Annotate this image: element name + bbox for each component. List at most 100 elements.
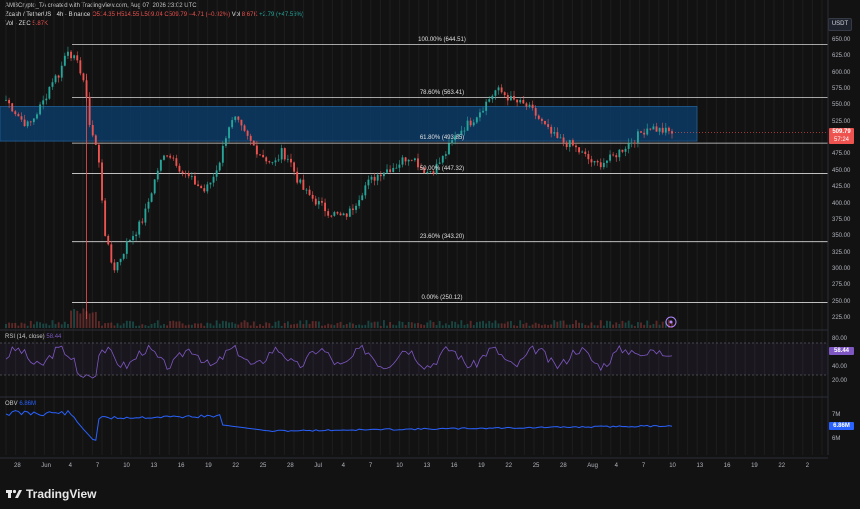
time-axis-label: 7 <box>641 463 646 469</box>
volume-bar <box>624 322 627 328</box>
fib-label: 23.60% (343.20) <box>419 233 465 240</box>
candle-body <box>482 110 484 113</box>
candle-body <box>643 132 646 135</box>
candle-body <box>197 184 199 187</box>
volume-bar <box>283 322 286 328</box>
candle-body <box>640 131 642 133</box>
volume-bar <box>116 323 119 328</box>
volume-bar <box>98 321 100 328</box>
volume-bar <box>364 324 367 328</box>
volume-bar <box>342 325 345 328</box>
candle-body <box>39 104 42 115</box>
volume-bar <box>314 321 317 328</box>
volume-bar <box>57 322 60 328</box>
time-axis-label: 19 <box>478 463 485 469</box>
candle-body <box>568 140 571 148</box>
volume-bar <box>234 323 237 328</box>
time-axis-label: 4 <box>68 463 72 469</box>
volume-bar <box>70 310 72 328</box>
candle-body <box>584 151 587 154</box>
candle-body <box>218 162 221 171</box>
candle-body <box>575 145 577 148</box>
volume-bar <box>494 320 497 328</box>
volume-bar <box>128 320 131 328</box>
candle-body <box>166 155 169 157</box>
candle-body <box>342 213 345 216</box>
supply-zone[interactable] <box>0 106 698 142</box>
volume-bar <box>382 320 385 328</box>
candle-body <box>547 124 550 127</box>
candle-body <box>494 90 497 96</box>
candle-body <box>259 154 261 156</box>
candle-body <box>466 120 469 131</box>
rsi-value-tag: 58.44 <box>829 347 854 355</box>
volume-bar <box>618 323 621 328</box>
volume-bar <box>584 324 587 328</box>
volume-bar <box>249 325 252 328</box>
candle-body <box>305 189 308 191</box>
volume-bar <box>107 322 110 328</box>
time-axis-label: 7 <box>368 463 373 469</box>
volume-bar <box>466 323 469 328</box>
volume-bar <box>475 322 478 328</box>
candle-body <box>14 111 17 115</box>
volume-bar <box>150 324 153 328</box>
candle-body <box>463 130 466 132</box>
volume-bar <box>240 322 243 328</box>
candle-body <box>485 101 488 111</box>
volume-bar <box>649 325 652 328</box>
candle-body <box>327 211 330 216</box>
volume-bar <box>444 323 447 328</box>
time-axis-label: 28 <box>14 463 21 469</box>
volume-bar <box>262 325 265 328</box>
volume-bar <box>615 322 618 328</box>
candle-body <box>203 188 206 192</box>
time-axis-label: 13 <box>150 463 158 469</box>
volume-bar <box>11 323 14 328</box>
candle-body <box>156 170 159 180</box>
volume-bar <box>101 325 103 328</box>
volume-bar <box>540 325 543 328</box>
price-axis-label: 400.00 <box>832 200 851 207</box>
candle-body <box>398 164 401 168</box>
volume-bar <box>457 324 460 328</box>
volume-bar <box>429 320 432 328</box>
candle-body <box>664 127 667 133</box>
candle-body <box>479 112 481 118</box>
target-icon[interactable] <box>665 316 677 328</box>
price-axis-label: 350.00 <box>832 233 851 240</box>
candle-body <box>516 99 519 103</box>
candle-body <box>658 127 661 132</box>
volume-bar <box>280 325 283 328</box>
volume-bar <box>401 321 404 328</box>
obv-legend[interactable]: OBV 6.86M <box>5 401 36 407</box>
candle-body <box>42 100 45 105</box>
volume-bar <box>94 311 97 328</box>
candle-body <box>636 131 639 143</box>
rsi-legend[interactable]: RSI (14, close) 58.44 <box>5 334 61 340</box>
volume-bar <box>221 320 224 328</box>
tradingview-logo[interactable]: TradingView <box>6 487 96 501</box>
main-chart[interactable] <box>0 0 860 509</box>
candle-body <box>395 167 398 169</box>
price-axis-label: 275.00 <box>832 282 851 289</box>
candle-body <box>602 162 605 168</box>
volume-bar <box>513 325 515 328</box>
candle-body <box>8 99 11 104</box>
volume-bar <box>104 323 107 328</box>
candle-body <box>661 127 664 133</box>
candle-body <box>271 162 274 164</box>
volume-bar <box>76 310 79 328</box>
volume-bar <box>296 323 299 328</box>
volume-bar <box>636 322 639 328</box>
price-axis-label: 525.00 <box>832 118 851 125</box>
candle-body <box>590 159 593 163</box>
time-axis-label: 10 <box>396 463 403 469</box>
candle-body <box>540 118 543 121</box>
candle-body <box>110 244 113 263</box>
volume-bar <box>42 323 45 328</box>
obv-axis-7m: 7M <box>832 412 841 418</box>
volume-bar <box>531 324 534 328</box>
candle-body <box>534 108 537 116</box>
time-axis-label: 28 <box>560 463 567 469</box>
